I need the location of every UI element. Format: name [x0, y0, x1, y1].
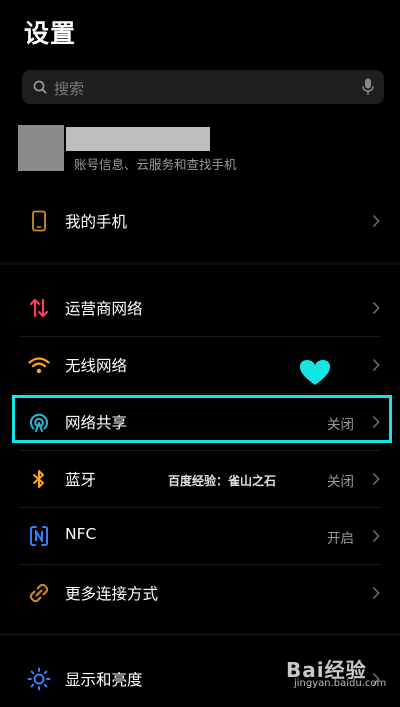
phone-icon: [27, 209, 51, 233]
settings-item-status: 开启: [327, 531, 354, 547]
bluetooth-icon: [27, 467, 51, 491]
watermark-author: 百度经验：雀山之石: [168, 474, 277, 488]
page-title: 设置: [24, 19, 77, 48]
settings-item-label: 运营商网络: [65, 300, 143, 318]
settings-item-label: 显示和亮度: [65, 671, 143, 689]
settings-item-wifi[interactable]: 无线网络: [0, 337, 400, 393]
sun-icon: [27, 667, 51, 691]
account-subtitle: 账号信息、云服务和查找手机: [74, 157, 237, 172]
nfc-icon: [27, 524, 51, 548]
hotspot-icon: [27, 410, 51, 434]
chevron-right-icon: [372, 357, 380, 376]
signal-arrows-icon: [27, 296, 51, 320]
section-divider: [0, 633, 400, 636]
settings-item-carrier-network[interactable]: 运营商网络: [0, 280, 400, 336]
link-icon: [27, 581, 51, 605]
settings-item-label: 我的手机: [65, 213, 128, 231]
wifi-icon: [27, 353, 51, 377]
settings-item-more-connections[interactable]: 更多连接方式: [0, 565, 400, 621]
chevron-right-icon: [372, 414, 380, 433]
settings-item-hotspot[interactable]: 网络共享 关闭: [0, 394, 400, 450]
chevron-right-icon: [372, 300, 380, 319]
settings-item-label: 蓝牙: [65, 471, 97, 489]
chevron-right-icon: [372, 213, 380, 232]
search-icon: [32, 79, 48, 99]
heart-icon: [300, 360, 330, 390]
settings-item-label: 无线网络: [65, 357, 128, 375]
chevron-right-icon: [372, 528, 380, 547]
microphone-icon[interactable]: [362, 78, 374, 100]
watermark-url: jingyan.baidu.com: [294, 678, 387, 689]
section-divider: [0, 262, 400, 265]
chevron-right-icon: [372, 585, 380, 604]
account-row[interactable]: 账号信息、云服务和查找手机: [0, 120, 400, 176]
account-name-redacted: [66, 127, 210, 151]
settings-item-label: NFC: [65, 525, 97, 543]
settings-item-label: 更多连接方式: [65, 585, 159, 603]
search-placeholder: 搜索: [54, 80, 85, 98]
search-bar[interactable]: 搜索: [22, 70, 384, 104]
avatar: [18, 125, 64, 171]
settings-item-status: 关闭: [327, 417, 354, 433]
settings-item-status: 关闭: [327, 474, 354, 490]
settings-item-nfc[interactable]: NFC 开启: [0, 508, 400, 564]
settings-item-label: 网络共享: [65, 414, 128, 432]
chevron-right-icon: [372, 471, 380, 490]
settings-item-my-phone[interactable]: 我的手机: [0, 193, 400, 249]
